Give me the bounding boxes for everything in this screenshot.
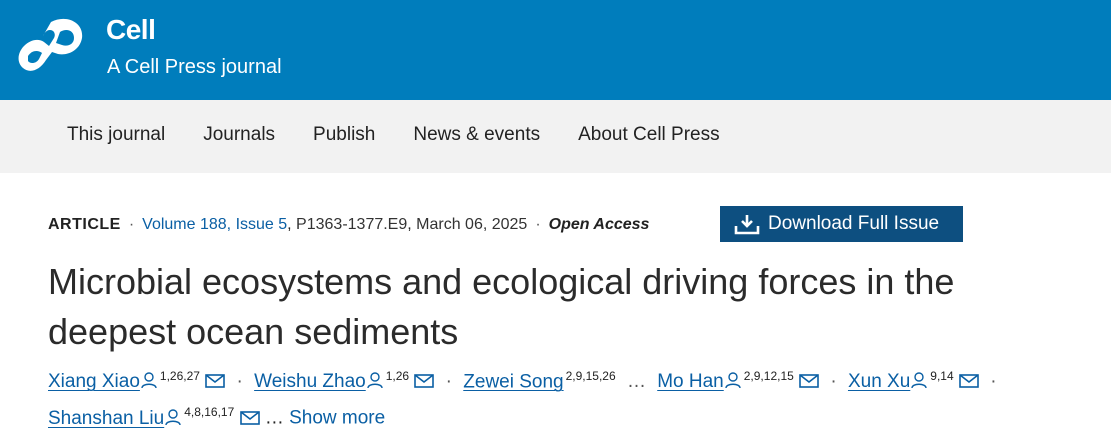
cell-logo-icon[interactable] bbox=[16, 16, 86, 82]
brand-title[interactable]: Cell bbox=[106, 14, 156, 46]
person-icon bbox=[367, 372, 383, 389]
article-date: March 06, 2025 bbox=[416, 216, 528, 233]
author-link[interactable]: Shanshan Liu bbox=[48, 408, 182, 429]
download-full-issue-button[interactable]: Download Full Issue bbox=[720, 206, 963, 242]
brand-subtitle: A Cell Press journal bbox=[107, 56, 282, 78]
article-meta: ARTICLE · Volume 188, Issue 5, P1363-137… bbox=[48, 216, 650, 234]
separator: · bbox=[830, 371, 837, 393]
person-icon bbox=[725, 372, 741, 389]
article-title: Microbial ecosystems and ecological driv… bbox=[48, 261, 955, 352]
person-icon bbox=[911, 372, 927, 389]
mail-icon[interactable] bbox=[239, 410, 260, 426]
person-icon bbox=[141, 372, 157, 389]
person-icon bbox=[165, 408, 181, 425]
open-access-label: Open Access bbox=[548, 216, 650, 233]
affiliation-numbers: 1,26,27 bbox=[159, 369, 200, 383]
affiliation-numbers: 1,26 bbox=[385, 369, 410, 383]
separator: · bbox=[535, 216, 541, 233]
mail-icon[interactable] bbox=[959, 373, 979, 389]
article-type: ARTICLE bbox=[48, 216, 121, 233]
author-link[interactable]: Xiang Xiao bbox=[48, 371, 158, 392]
mail-icon[interactable] bbox=[414, 373, 435, 389]
show-more-link[interactable]: Show more bbox=[289, 408, 385, 429]
ellipsis: … bbox=[626, 371, 646, 393]
nav-journals[interactable]: Journals bbox=[203, 124, 275, 146]
affiliation-numbers: 2,9,12,15 bbox=[743, 369, 794, 383]
mail-icon[interactable] bbox=[205, 373, 226, 389]
author-link[interactable]: Weishu Zhao bbox=[254, 371, 384, 392]
mail-icon[interactable] bbox=[799, 373, 819, 389]
volume-link[interactable]: Volume 188, Issue 5 bbox=[142, 216, 287, 234]
affiliation-numbers: 4,8,16,17 bbox=[184, 405, 235, 420]
nav-news-events[interactable]: News & events bbox=[413, 124, 540, 146]
article-pages: P1363-1377.E9 bbox=[296, 216, 408, 233]
ellipsis: … bbox=[264, 407, 284, 429]
main-nav: This journal Journals Publish News & eve… bbox=[0, 100, 1111, 173]
separator: · bbox=[445, 371, 452, 393]
author-list: Xiang Xiao 1,26,27 · Weishu Zhao 1,26 · Ze… bbox=[48, 361, 1098, 434]
author-link[interactable]: Xun Xu bbox=[848, 371, 928, 392]
author-link[interactable]: Zewei Song bbox=[463, 371, 563, 392]
nav-this-journal[interactable]: This journal bbox=[67, 124, 165, 146]
download-label: Download Full Issue bbox=[768, 213, 940, 234]
separator: · bbox=[990, 371, 997, 393]
separator: · bbox=[236, 371, 243, 393]
affiliation-numbers: 2,9,15,26 bbox=[565, 369, 616, 383]
separator: · bbox=[128, 216, 135, 233]
site-header: Cell A Cell Press journal bbox=[0, 0, 1111, 100]
author-link[interactable]: Mo Han bbox=[657, 371, 742, 392]
nav-publish[interactable]: Publish bbox=[313, 124, 375, 146]
nav-about-cell-press[interactable]: About Cell Press bbox=[578, 124, 720, 146]
affiliation-numbers: 9,14 bbox=[930, 369, 954, 383]
download-icon bbox=[734, 215, 760, 235]
